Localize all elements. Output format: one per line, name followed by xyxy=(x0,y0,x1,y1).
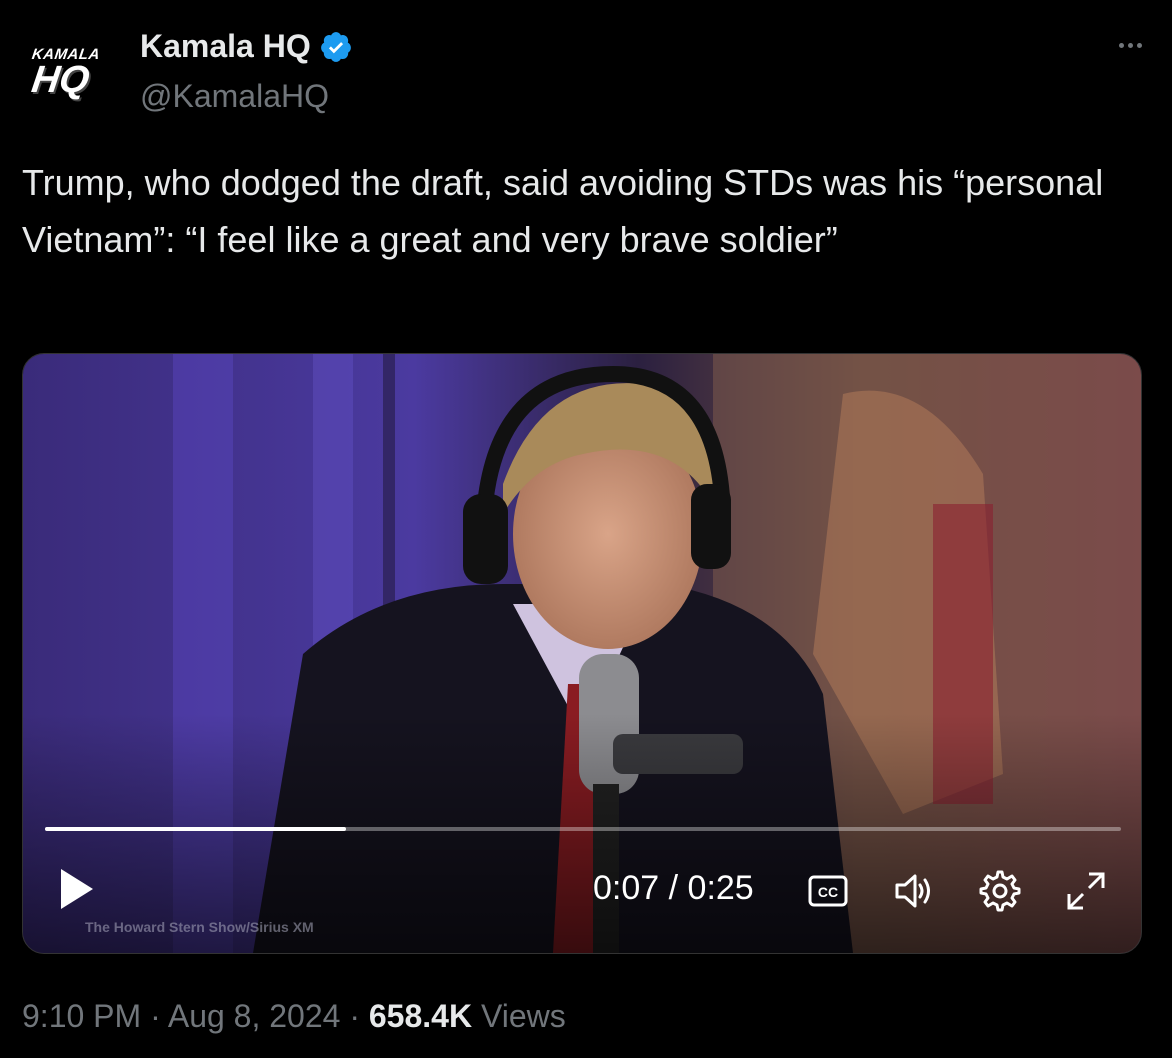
logo-bottom-text: HQ xyxy=(29,59,92,101)
video-progress-fill xyxy=(45,827,347,831)
time-separator: / xyxy=(668,869,679,907)
duration: 0:25 xyxy=(687,869,754,907)
video-controls: 0:07 / 0:25 CC xyxy=(23,843,1141,953)
play-icon[interactable] xyxy=(57,865,97,913)
video-progress-bar[interactable] xyxy=(45,827,1121,831)
display-name-text: Kamala HQ xyxy=(140,28,311,64)
closed-captions-icon[interactable]: CC xyxy=(807,870,849,912)
tweet-meta: 9:10 PM · Aug 8, 2024 · 658.4K Views xyxy=(22,998,566,1034)
svg-text:CC: CC xyxy=(818,884,838,900)
account-logo[interactable]: KAMALA HQ xyxy=(22,40,122,110)
verified-badge-icon xyxy=(320,31,351,62)
fullscreen-icon[interactable] xyxy=(1065,870,1107,912)
video-player[interactable]: The Howard Stern Show/Sirius XM 0:07 / 0… xyxy=(22,353,1142,954)
account-handle[interactable]: @KamalaHQ xyxy=(140,78,329,115)
volume-icon[interactable] xyxy=(893,870,935,912)
more-options-icon[interactable] xyxy=(1110,30,1150,60)
display-name[interactable]: Kamala HQ xyxy=(140,28,353,65)
tweet-date[interactable]: Aug 8, 2024 xyxy=(168,998,341,1034)
tweet-text: Trump, who dodged the draft, said avoidi… xyxy=(22,162,1104,260)
current-time: 0:07 xyxy=(593,869,660,907)
views-count: 658.4K xyxy=(368,998,473,1034)
views-label: Views xyxy=(480,998,566,1034)
tweet-time[interactable]: 9:10 PM xyxy=(22,998,141,1034)
video-time: 0:07 / 0:25 xyxy=(593,869,754,908)
gear-icon[interactable] xyxy=(979,870,1021,912)
